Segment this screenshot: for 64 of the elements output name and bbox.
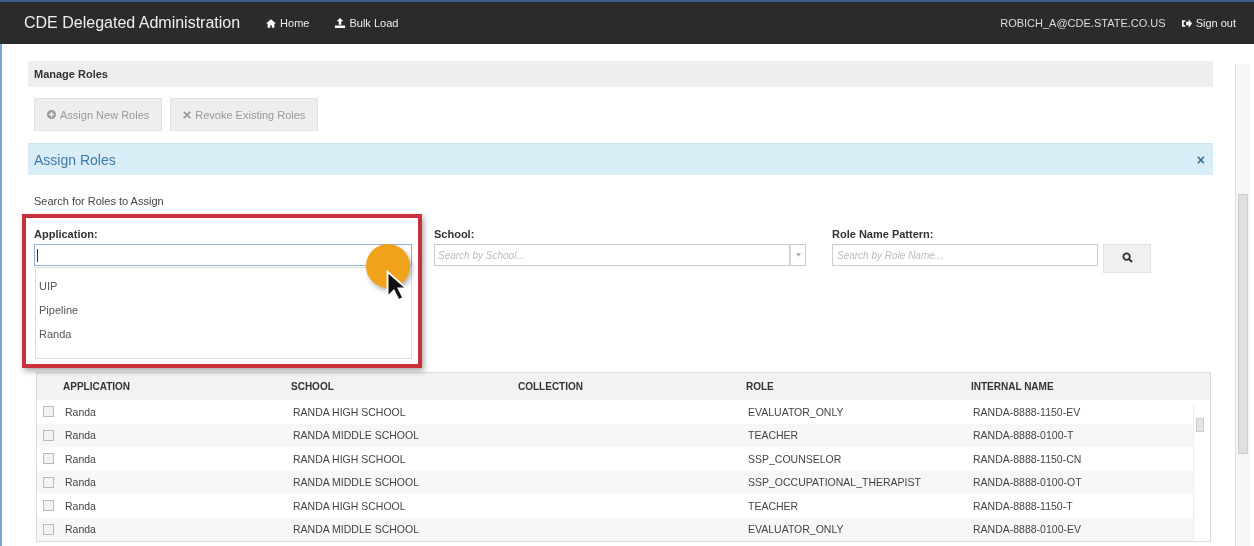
section-title: Assign Roles xyxy=(34,151,116,168)
search-title: Search for Roles to Assign xyxy=(34,194,165,207)
table-cell-text: RANDA HIGH SCHOOL xyxy=(293,452,407,465)
table-cell-text: RANDA MIDDLE SCHOOL xyxy=(293,476,421,489)
upload-icon xyxy=(335,18,346,28)
table-cell-text: RANDA HIGH SCHOOL xyxy=(293,499,407,512)
column-header: APPLICATION xyxy=(63,381,132,392)
table-cell-text: Randa xyxy=(65,405,97,418)
user-email: ROBICH_A@CDE.STATE.CO.US xyxy=(1000,17,1166,29)
table-cell-text: RANDA-8888-0100-OT xyxy=(973,476,1083,489)
nav-link[interactable]: Bulk Load xyxy=(335,17,399,29)
brand-title[interactable]: CDE Delegated Administration xyxy=(24,14,241,32)
search-button[interactable] xyxy=(1103,244,1151,273)
table-cell-text: RANDA MIDDLE SCHOOL xyxy=(293,523,421,536)
table-cell-text: TEACHER xyxy=(748,499,800,512)
school-field[interactable]: Search by School... xyxy=(434,244,790,266)
row-checkbox[interactable] xyxy=(43,500,54,512)
table-cell-text: SSP_OCCUPATIONAL_THERAPIST xyxy=(748,476,922,489)
panel-title: Manage Roles xyxy=(34,68,108,80)
table-cell-text: SSP_COUNSELOR xyxy=(748,452,843,465)
field-label: Role Name Pattern: xyxy=(832,228,935,240)
table-cell-text: Randa xyxy=(65,499,97,512)
table-cell-text: RANDA-8888-1150-CN xyxy=(973,452,1083,465)
cross-icon xyxy=(183,110,192,119)
table-cell-text: RANDA MIDDLE SCHOOL xyxy=(293,429,421,442)
row-checkbox[interactable] xyxy=(43,453,54,465)
sign-out-icon xyxy=(1181,18,1192,28)
dropdown-toggle[interactable] xyxy=(790,244,806,266)
row-checkbox[interactable] xyxy=(43,429,54,441)
table-cell-text: Randa xyxy=(65,429,97,442)
table-cell-text: Randa xyxy=(65,523,97,536)
table-cell-text: RANDA-8888-0100-EV xyxy=(973,523,1082,536)
column-header: SCHOOL xyxy=(291,381,335,392)
row-checkbox[interactable] xyxy=(43,523,54,535)
table-cell-text: RANDA-8888-1150-T xyxy=(973,499,1074,512)
close-button[interactable]: × xyxy=(1196,151,1205,168)
column-header: INTERNAL NAME xyxy=(971,381,1055,392)
row-checkbox[interactable] xyxy=(43,406,54,418)
column-header: COLLECTION xyxy=(518,381,584,392)
column-header: ROLE xyxy=(746,381,775,392)
table-cell-text: Randa xyxy=(65,476,97,489)
table-cell-text: EVALUATOR_ONLY xyxy=(748,405,845,418)
role-name-field[interactable]: Search by Role Name... xyxy=(832,244,1098,266)
row-checkbox[interactable] xyxy=(43,476,54,488)
page-scrollbar[interactable] xyxy=(1235,64,1250,546)
table-cell-text: TEACHER xyxy=(748,429,800,442)
caret-icon xyxy=(795,253,801,257)
table-cell-text: Randa xyxy=(65,452,97,465)
table-cell-text: RANDA HIGH SCHOOL xyxy=(293,405,407,418)
sign-out-link[interactable]: Sign out xyxy=(1181,17,1236,29)
table-scrollbar[interactable] xyxy=(1193,404,1206,541)
table-cell-text: EVALUATOR_ONLY xyxy=(748,523,845,536)
plus-circle-icon xyxy=(47,110,56,119)
application-field[interactable] xyxy=(34,244,412,266)
nav-link[interactable]: Home xyxy=(266,17,310,29)
home-icon xyxy=(266,18,277,28)
table-cell-text: RANDA-8888-0100-T xyxy=(973,429,1075,442)
table-cell-text: RANDA-8888-1150-EV xyxy=(973,405,1082,418)
field-label: Application: xyxy=(34,228,99,240)
field-label: School: xyxy=(434,228,476,240)
dropdown-option[interactable]: Pipeline xyxy=(36,298,411,322)
search-icon xyxy=(1121,252,1133,263)
dropdown-option[interactable]: UIP xyxy=(36,274,411,298)
dropdown-option[interactable]: Randa xyxy=(36,322,411,346)
